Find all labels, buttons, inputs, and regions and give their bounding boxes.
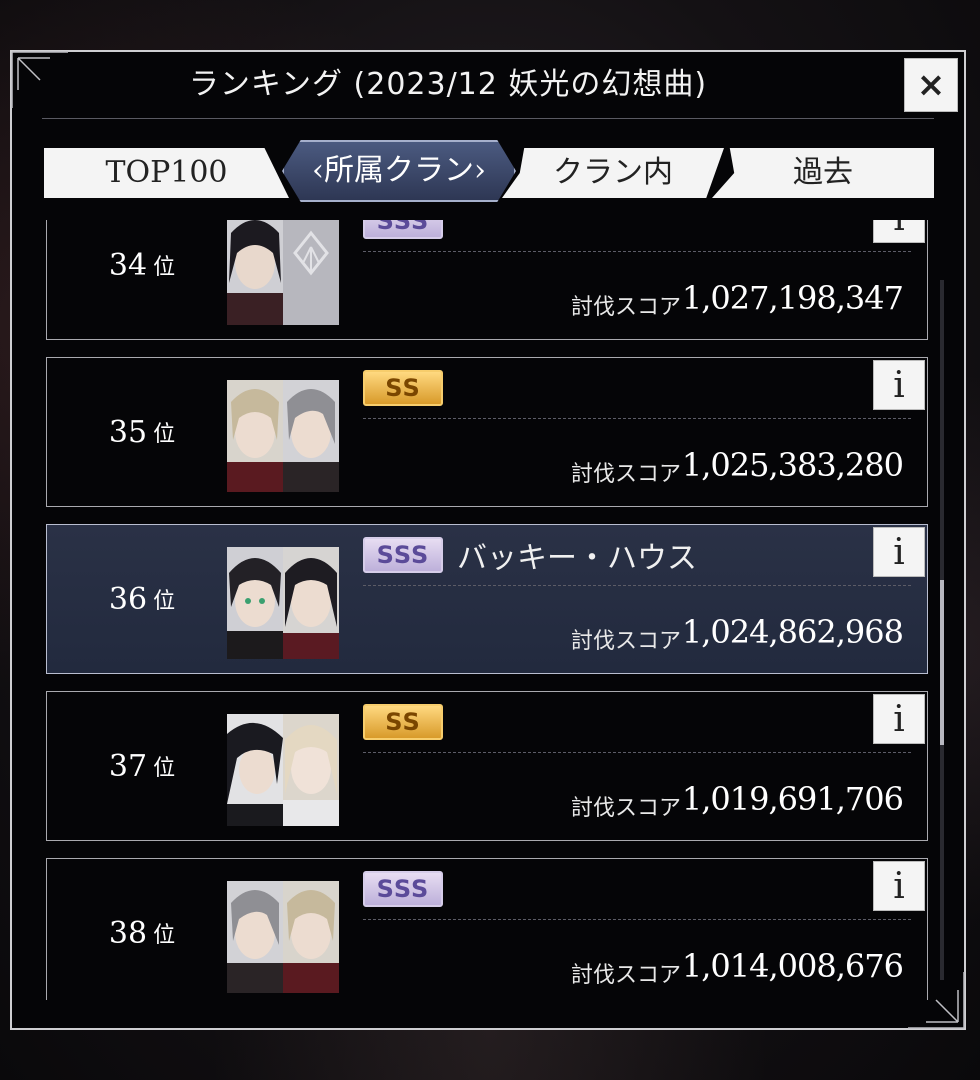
info-button[interactable]: i xyxy=(873,527,925,577)
tab-past[interactable]: 過去 xyxy=(712,148,934,198)
member-portrait xyxy=(283,881,339,993)
grade-badge: SSS xyxy=(363,220,443,239)
ranking-row[interactable]: 34 位 SSS i 討伐スコア 1,027,198,347 xyxy=(46,220,928,340)
ranking-row[interactable]: 37 位 SS i 討伐スコア 1,019,691,706 xyxy=(46,691,928,841)
rank-unit: 位 xyxy=(153,756,176,781)
ranking-row[interactable]: 35 位 SS i 討伐スコア 1,025,383,280 xyxy=(46,357,928,507)
dialog-title: ランキング (2023/12 妖光の幻想曲) xyxy=(188,67,708,102)
info-button[interactable]: i xyxy=(873,694,925,744)
ranking-row[interactable]: 38 位 SSS i 討伐スコア 1,014,008,676 xyxy=(46,858,928,1000)
close-button[interactable]: × xyxy=(904,58,958,112)
score-label: 討伐スコア xyxy=(571,629,682,654)
score-label: 討伐スコア xyxy=(571,796,682,821)
member-portrait xyxy=(283,547,339,659)
empty-slot-portrait xyxy=(283,220,339,325)
rank-cell: 38 位 xyxy=(87,859,197,1000)
rank-unit: 位 xyxy=(153,422,176,447)
divider xyxy=(363,251,911,252)
member-portrait xyxy=(283,714,339,826)
tab-affiliated-clan[interactable]: ‹所属クラン› xyxy=(282,140,516,202)
divider xyxy=(363,752,911,753)
tab-bar: TOP100 クラン内 過去 ‹所属クラン› xyxy=(44,140,934,202)
divider xyxy=(363,919,911,920)
grade-badge: SSS xyxy=(363,871,443,907)
scrollbar[interactable] xyxy=(940,280,944,980)
rank-cell: 37 位 xyxy=(87,692,197,840)
rank-unit: 位 xyxy=(153,255,176,280)
rank-number: 35 xyxy=(108,414,148,450)
rank-number: 38 xyxy=(108,915,148,951)
member-portrait xyxy=(227,547,283,659)
scrollbar-thumb[interactable] xyxy=(940,580,944,745)
score-value: 1,019,691,706 xyxy=(681,780,904,818)
grade-badge: SSS xyxy=(363,537,443,573)
score-label: 討伐スコア xyxy=(571,295,682,320)
member-portrait xyxy=(227,714,283,826)
ranking-dialog: ランキング (2023/12 妖光の幻想曲) × TOP100 クラン内 過去 … xyxy=(10,50,966,1030)
score-label: 討伐スコア xyxy=(571,963,682,988)
member-portrait xyxy=(227,220,283,325)
rank-cell: 36 位 xyxy=(87,525,197,673)
divider xyxy=(363,585,911,586)
tab-clan-internal[interactable]: クラン内 xyxy=(502,148,724,198)
rank-number: 37 xyxy=(108,748,148,784)
rank-cell: 34 位 xyxy=(87,220,197,339)
grade-badge: SS xyxy=(363,370,443,406)
info-button[interactable]: i xyxy=(873,360,925,410)
rank-unit: 位 xyxy=(153,923,176,948)
divider xyxy=(363,418,911,419)
rank-unit: 位 xyxy=(153,589,176,614)
score-value: 1,024,862,968 xyxy=(681,613,904,651)
info-button[interactable]: i xyxy=(873,861,925,911)
score-value: 1,025,383,280 xyxy=(681,446,904,484)
ranking-list[interactable]: 34 位 SSS i 討伐スコア 1,027,198,347 35 位 xyxy=(46,220,936,1000)
info-button[interactable]: i xyxy=(873,220,925,243)
member-portrait xyxy=(227,881,283,993)
rank-cell: 35 位 xyxy=(87,358,197,506)
title-divider xyxy=(42,118,934,119)
score-label: 討伐スコア xyxy=(571,462,682,487)
member-portrait xyxy=(283,380,339,492)
score-value: 1,027,198,347 xyxy=(681,279,904,317)
clan-name: バッキー・ハウス xyxy=(457,541,697,576)
tab-top100[interactable]: TOP100 xyxy=(44,148,289,198)
rank-number: 36 xyxy=(108,581,148,617)
score-value: 1,014,008,676 xyxy=(681,947,904,985)
grade-badge: SS xyxy=(363,704,443,740)
member-portrait xyxy=(227,380,283,492)
rank-number: 34 xyxy=(108,247,148,283)
ranking-row-own-clan[interactable]: 36 位 SSS バッキー・ハウス i 討伐スコア 1,024,862,968 xyxy=(46,524,928,674)
